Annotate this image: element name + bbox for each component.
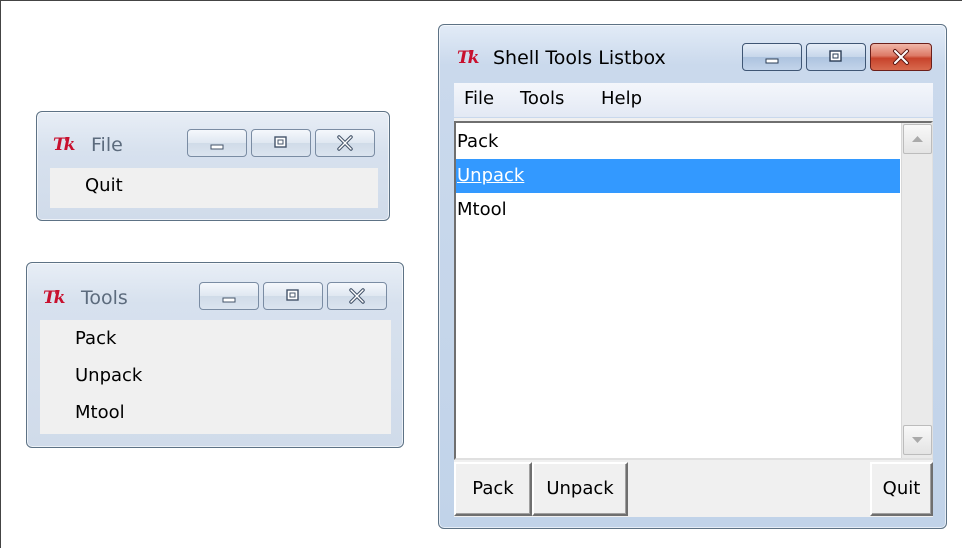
- background-frame-left: [0, 0, 1, 548]
- menu-item-mtool[interactable]: Mtool: [75, 402, 125, 423]
- window-title: File: [91, 134, 123, 156]
- scroll-down-button[interactable]: [903, 425, 932, 455]
- maximize-icon: [274, 136, 287, 148]
- window-title: Tools: [81, 287, 128, 309]
- file-window: Tk File Quit: [36, 111, 390, 221]
- unpack-button[interactable]: Unpack: [532, 462, 628, 516]
- menubar-help[interactable]: Help: [601, 88, 642, 109]
- menubar-file[interactable]: File: [464, 88, 494, 109]
- menu-item-pack[interactable]: Pack: [75, 328, 116, 349]
- file-menu-panel: Quit: [50, 168, 378, 208]
- tools-listbox[interactable]: Pack Unpack Mtool: [454, 121, 933, 460]
- menubar-tools[interactable]: Tools: [520, 88, 564, 109]
- pack-button[interactable]: Pack: [454, 462, 532, 516]
- menu-item-quit[interactable]: Quit: [85, 175, 123, 196]
- listbox-item-pack[interactable]: Pack: [456, 125, 900, 159]
- tools-window-titlebar[interactable]: Tk Tools: [27, 263, 403, 313]
- maximize-button[interactable]: [251, 129, 311, 157]
- minimize-button[interactable]: [742, 43, 802, 71]
- close-button[interactable]: [315, 129, 375, 157]
- listbox-scrollbar[interactable]: [901, 123, 932, 458]
- shell-tools-window: Tk Shell Tools Listbox File Tools Help P…: [438, 24, 947, 529]
- maximize-button[interactable]: [806, 43, 866, 71]
- minimize-button[interactable]: [199, 282, 259, 310]
- scroll-down-arrow-icon: [912, 437, 923, 443]
- maximize-button[interactable]: [263, 282, 323, 310]
- tk-logo-icon: Tk: [457, 48, 479, 68]
- minimize-button[interactable]: [187, 129, 247, 157]
- tools-window: Tk Tools Pack Unpack Mtool: [26, 262, 404, 448]
- close-icon: [893, 49, 909, 65]
- close-button[interactable]: [870, 43, 932, 71]
- tools-menu-panel: Pack Unpack Mtool: [40, 320, 391, 434]
- file-window-titlebar[interactable]: Tk File: [37, 112, 389, 162]
- scroll-up-button[interactable]: [903, 124, 932, 154]
- minimize-icon: [765, 58, 779, 64]
- window-title: Shell Tools Listbox: [493, 47, 666, 69]
- menu-item-unpack[interactable]: Unpack: [75, 365, 142, 386]
- tk-logo-icon: Tk: [43, 288, 65, 308]
- menubar: File Tools Help: [454, 83, 933, 117]
- close-icon: [337, 135, 353, 151]
- quit-button[interactable]: Quit: [870, 462, 933, 516]
- close-icon: [349, 288, 365, 304]
- background-frame-top: [0, 0, 962, 1]
- maximize-icon: [286, 289, 299, 301]
- listbox-item-mtool[interactable]: Mtool: [456, 193, 900, 227]
- maximize-icon: [829, 50, 842, 62]
- shell-client-area: Pack Unpack Mtool Pack Unpack Quit: [454, 118, 933, 517]
- shell-window-titlebar[interactable]: Tk Shell Tools Listbox: [439, 25, 946, 75]
- listbox-item-unpack[interactable]: Unpack: [456, 159, 900, 193]
- tk-logo-icon: Tk: [53, 135, 75, 155]
- close-button[interactable]: [327, 282, 387, 310]
- minimize-icon: [210, 144, 224, 150]
- minimize-icon: [222, 297, 236, 303]
- scroll-up-arrow-icon: [912, 136, 923, 142]
